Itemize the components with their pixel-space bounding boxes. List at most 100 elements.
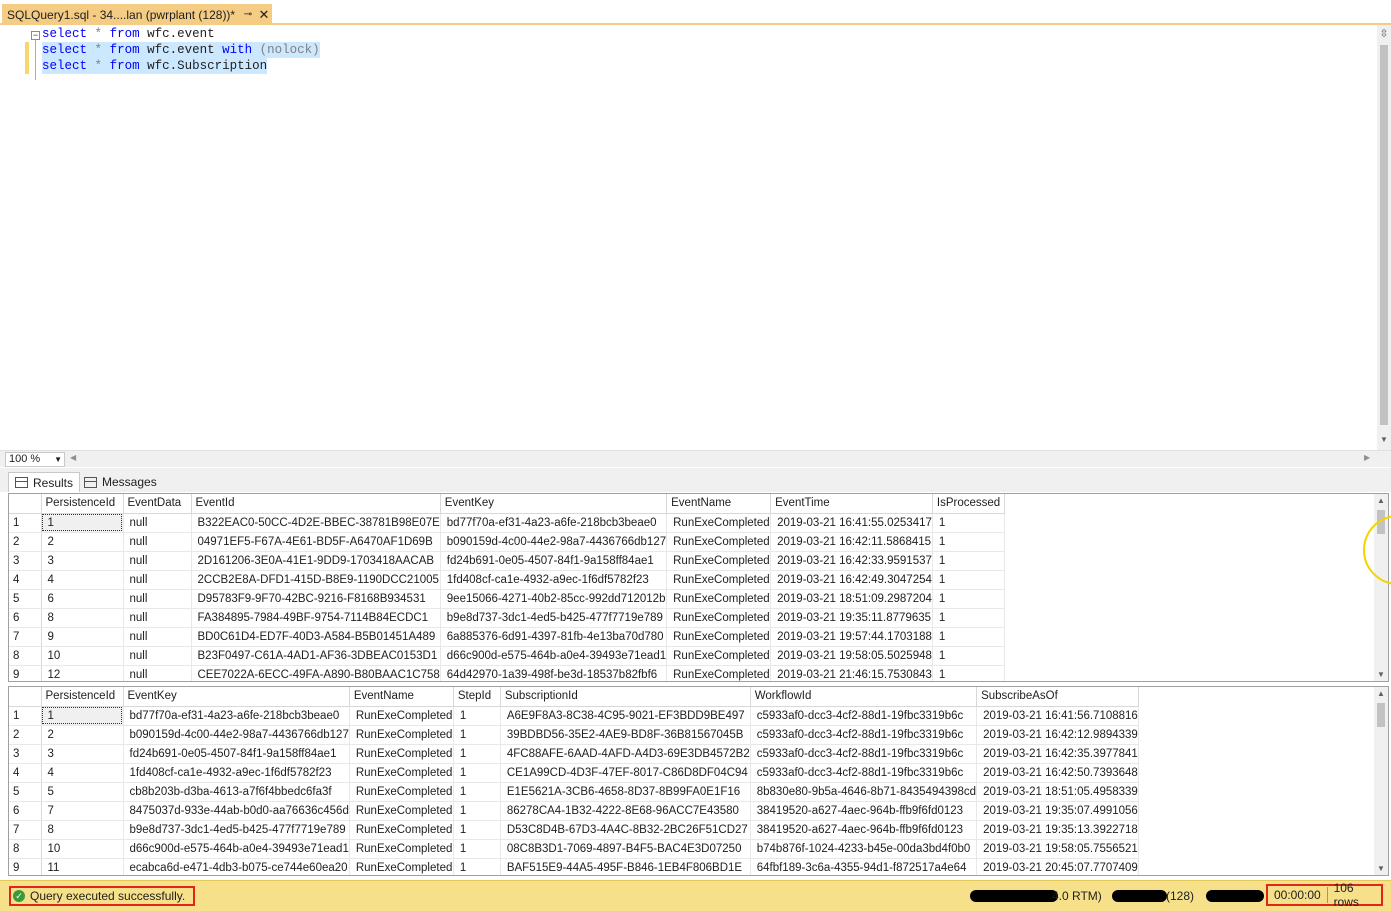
grid-cell[interactable]: 2019-03-21 16:42:33.9591537 — [770, 551, 933, 571]
grid-cell[interactable]: RunExeCompleted — [666, 513, 772, 533]
grid-cell[interactable]: 1 — [932, 627, 1005, 647]
table-row[interactable]: 7 9 null BD0C61D4-ED7F-40D3-A584-B5B01451A4… — [9, 627, 1005, 647]
row-number[interactable]: 3 — [9, 551, 42, 571]
grid-cell[interactable]: 2019-03-21 16:42:12.9894339 — [976, 725, 1139, 745]
grid-cell[interactable]: 2019-03-21 18:51:05.4958339 — [976, 782, 1139, 802]
grid-cell[interactable]: 1 — [932, 532, 1005, 552]
zoom-select[interactable]: 100 % ▼ — [5, 452, 65, 467]
grid-cell[interactable]: 8 — [41, 608, 124, 628]
row-number[interactable]: 5 — [9, 589, 42, 609]
row-number[interactable]: 6 — [9, 801, 42, 821]
grid-cell[interactable]: ecabca6d-e471-4db3-b075-ce744e60ea20 — [123, 858, 350, 875]
grid-cell[interactable]: 2019-03-21 16:42:11.5868415 — [770, 532, 933, 552]
row-number[interactable]: 1 — [9, 513, 42, 533]
grid-cell[interactable]: null — [123, 646, 192, 666]
grid-cell[interactable]: null — [123, 570, 192, 590]
collapse-icon[interactable]: − — [31, 31, 40, 40]
grid-cell[interactable]: 1 — [453, 858, 501, 875]
grid-cell[interactable]: RunExeCompleted — [349, 725, 454, 745]
grid-cell[interactable]: RunExeCompleted — [349, 839, 454, 859]
column-header[interactable]: IsProcessed — [932, 494, 1005, 514]
result-grid-subscription[interactable]: PersistenceId EventKey EventName StepId Subs… — [8, 686, 1389, 876]
grid-cell[interactable]: 3 — [41, 551, 124, 571]
column-header[interactable]: SubscriptionId — [500, 687, 751, 707]
table-row[interactable]: 1 1 null B322EAC0-50CC-4D2E-BBEC-38781B98E0… — [9, 513, 1005, 533]
row-number[interactable]: 6 — [9, 608, 42, 628]
column-header[interactable]: EventTime — [770, 494, 933, 514]
grid-cell[interactable]: 6a885376-6d91-4397-81fb-4e13ba70d780 — [440, 627, 668, 647]
column-header[interactable]: EventName — [349, 687, 454, 707]
column-header[interactable]: PersistenceId — [41, 687, 124, 707]
grid-cell[interactable]: 04971EF5-F67A-4E61-BD5F-A6470AF1D69B — [191, 532, 441, 552]
code-line-3[interactable]: select * from wfc.Subscription — [42, 58, 268, 74]
grid-cell[interactable]: 86278CA4-1B32-4222-8E68-96ACC7E43580 — [500, 801, 751, 821]
table-row[interactable]: 6 7 8475037d-933e-44ab-b0d0-aa76636c456d Ru… — [9, 801, 1139, 821]
grid-cell[interactable]: null — [123, 627, 192, 647]
grid-cell[interactable]: 1 — [932, 608, 1005, 628]
grid-cell[interactable]: 2019-03-21 18:51:09.2987204 — [770, 589, 933, 609]
grid-cell[interactable]: null — [123, 665, 192, 681]
grid-cell[interactable]: 9 — [41, 627, 124, 647]
grid-cell[interactable]: 2019-03-21 20:45:07.7707409 — [976, 858, 1139, 875]
row-number[interactable]: 7 — [9, 820, 42, 840]
grid-cell[interactable]: 1 — [932, 646, 1005, 666]
grid-cell[interactable]: 64d42970-1a39-498f-be3d-18537b82fbf6 — [440, 665, 668, 681]
grid-cell[interactable]: RunExeCompleted — [349, 744, 454, 764]
result-grid-event[interactable]: PersistenceId EventData EventId EventKey Eve… — [8, 493, 1389, 682]
table-row[interactable]: 7 8 b9e8d737-3dc1-4ed5-b425-477f7719e789 Ru… — [9, 820, 1139, 840]
row-number[interactable]: 2 — [9, 725, 42, 745]
grid-cell[interactable]: null — [123, 608, 192, 628]
grid-cell[interactable]: fd24b691-0e05-4507-84f1-9a158ff84ae1 — [123, 744, 350, 764]
table-row[interactable]: 2 2 b090159d-4c00-44e2-98a7-4436766db127 Ru… — [9, 725, 1139, 745]
code-line-1[interactable]: select * from wfc.event — [42, 26, 215, 42]
grid-cell[interactable]: D95783F9-9F70-42BC-9216-F8168B934531 — [191, 589, 441, 609]
grid-cell[interactable]: RunExeCompleted — [349, 706, 454, 726]
grid-cell[interactable]: b9e8d737-3dc1-4ed5-b425-477f7719e789 — [440, 608, 668, 628]
grid-cell[interactable]: 2019-03-21 16:41:55.0253417 — [770, 513, 933, 533]
grid-cell[interactable]: RunExeCompleted — [349, 763, 454, 783]
grid-cell[interactable]: 9ee15066-4271-40b2-85cc-992dd712012b — [440, 589, 668, 609]
table-row[interactable]: 3 3 fd24b691-0e05-4507-84f1-9a158ff84ae1 Ru… — [9, 744, 1139, 764]
tab-messages[interactable]: Messages — [78, 472, 163, 492]
editor-vertical-scrollbar[interactable]: ⇳ ▼ — [1377, 25, 1391, 450]
grid-cell[interactable]: 11 — [41, 858, 124, 875]
grid-cell[interactable]: A6E9F8A3-8C38-4C95-9021-EF3BDD9BE497 — [500, 706, 751, 726]
table-row[interactable]: 5 6 null D95783F9-9F70-42BC-9216-F8168B9345… — [9, 589, 1005, 609]
grid-cell[interactable]: 8b830e80-9b5a-4646-8b71-8435494398cd — [750, 782, 978, 802]
grid-cell[interactable]: 38419520-a627-4aec-964b-ffb9f6fd0123 — [750, 820, 978, 840]
grid-cell[interactable]: fd24b691-0e05-4507-84f1-9a158ff84ae1 — [440, 551, 668, 571]
grid-cell[interactable]: 39BDBD56-35E2-4AE9-BD8F-36B81567045B — [500, 725, 751, 745]
grid-cell[interactable]: 2019-03-21 16:42:50.7393648 — [976, 763, 1139, 783]
grid-cell[interactable]: 2019-03-21 19:35:11.8779635 — [770, 608, 933, 628]
grid-cell[interactable]: 4 — [41, 570, 124, 590]
grid-cell[interactable]: 1 — [453, 763, 501, 783]
grid-cell[interactable]: 2019-03-21 19:35:13.3922718 — [976, 820, 1139, 840]
code-line-2[interactable]: select * from wfc.event with (nolock) — [42, 42, 320, 58]
grid-cell[interactable]: CEE7022A-6ECC-49FA-A890-B80BAAC1C758 — [191, 665, 441, 681]
grid-cell[interactable]: 2019-03-21 19:58:05.7556521 — [976, 839, 1139, 859]
grid-cell[interactable]: BAF515E9-44A5-495F-B846-1EB4F806BD1E — [500, 858, 751, 875]
scroll-down-icon[interactable]: ▼ — [1377, 435, 1391, 444]
grid-cell[interactable]: D53C8D4B-67D3-4A4C-8B32-2BC26F51CD27 — [500, 820, 751, 840]
grid-cell[interactable]: RunExeCompleted — [349, 858, 454, 875]
grid-corner-header[interactable] — [9, 494, 42, 514]
grid-cell[interactable]: 8 — [41, 820, 124, 840]
scroll-down-icon[interactable]: ▼ — [1374, 864, 1388, 873]
grid-cell[interactable]: 2CCB2E8A-DFD1-415D-B8E9-1190DCC21005 — [191, 570, 441, 590]
grid-cell[interactable]: 2019-03-21 19:57:44.1703188 — [770, 627, 933, 647]
row-number[interactable]: 5 — [9, 782, 42, 802]
grid-cell[interactable]: 64fbf189-3c6a-4355-94d1-f872517a4e64 — [750, 858, 978, 875]
grid-cell[interactable]: 1 — [453, 782, 501, 802]
grid-cell[interactable]: RunExeCompleted — [349, 820, 454, 840]
grid-cell[interactable]: c5933af0-dcc3-4cf2-88d1-19fbc3319b6c — [750, 725, 978, 745]
grid-cell[interactable]: 1 — [453, 706, 501, 726]
scroll-up-icon[interactable]: ▲ — [1374, 496, 1388, 505]
column-header[interactable]: SubscribeAsOf — [976, 687, 1139, 707]
column-header[interactable]: EventKey — [440, 494, 668, 514]
column-header[interactable]: EventId — [191, 494, 441, 514]
row-number[interactable]: 3 — [9, 744, 42, 764]
grid-cell[interactable]: 2019-03-21 19:35:07.4991056 — [976, 801, 1139, 821]
grid-cell[interactable]: 2019-03-21 16:41:56.7108816 — [976, 706, 1139, 726]
scroll-down-icon[interactable]: ▼ — [1374, 670, 1388, 679]
table-row[interactable]: 3 3 null 2D161206-3E0A-41E1-9DD9-1703418AAC… — [9, 551, 1005, 571]
